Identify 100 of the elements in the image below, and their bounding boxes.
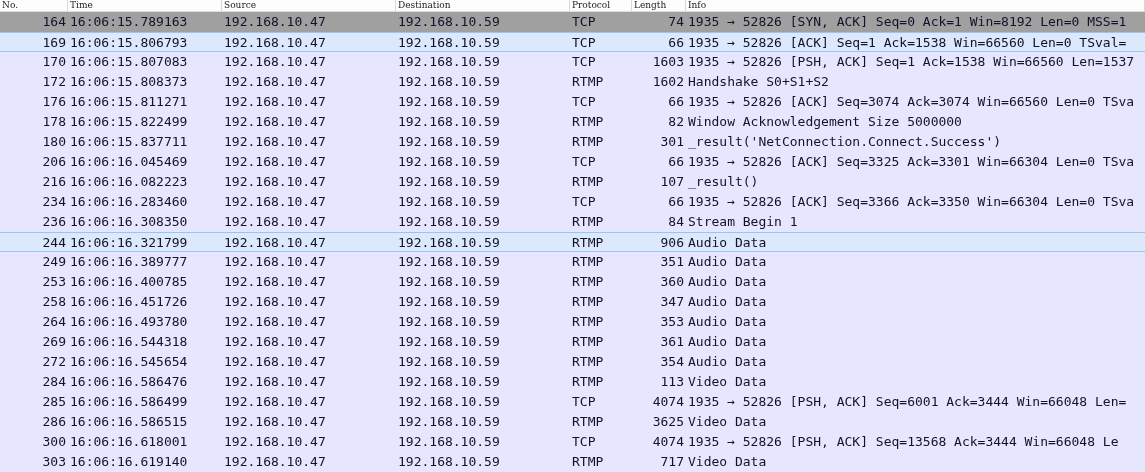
table-cell-text: 4074: [651, 393, 685, 411]
column-header[interactable]: Time: [68, 0, 222, 11]
table-cell-text: TCP: [571, 34, 597, 52]
table-cell-text: Stream Begin 1: [687, 213, 799, 231]
table-cell-text: 170: [41, 53, 67, 71]
table-cell-text: 16:06:16.586515: [69, 413, 189, 431]
table-cell-text: 192.168.10.47: [223, 413, 327, 431]
packet-row[interactable]: 244 16:06:16.321799 192.168.10.47 192.168.10.59 RTMP 906 Audio Data: [0, 232, 1145, 252]
table-cell-text: 272: [41, 353, 67, 371]
table-cell-text: 1935 → 52826 [ACK] Seq=3366 Ack=3350 Win=66304 Len=0 TSva: [687, 193, 1136, 211]
table-cell-text: RTMP: [571, 413, 605, 431]
table-cell-text: 192.168.10.47: [223, 153, 327, 171]
table-cell-text: 284: [41, 373, 67, 391]
table-cell-text: _result('NetConnection.Connect.Success'): [687, 133, 1003, 151]
column-header[interactable]: Protocol: [570, 0, 632, 11]
table-cell-text: 192.168.10.47: [223, 73, 327, 91]
table-cell-text: RTMP: [571, 173, 605, 191]
table-cell-text: 192.168.10.47: [223, 93, 327, 111]
table-cell-text: 192.168.10.47: [223, 453, 327, 471]
table-cell-text: RTMP: [571, 353, 605, 371]
table-cell-text: 16:06:15.806793: [69, 34, 189, 52]
table-cell-text: 192.168.10.59: [397, 193, 501, 211]
table-cell-text: 172: [41, 73, 67, 91]
table-cell-text: 1935 → 52826 [SYN, ACK] Seq=0 Ack=1 Win=8192 Len=0 MSS=1: [687, 13, 1128, 31]
table-cell-text: 16:06:16.308350: [69, 213, 189, 231]
table-cell-text: 286: [41, 413, 67, 431]
table-cell-text: TCP: [571, 433, 597, 451]
table-cell-text: 192.168.10.59: [397, 133, 501, 151]
table-cell-text: 192.168.10.59: [397, 53, 501, 71]
table-cell-text: 192.168.10.59: [397, 453, 501, 471]
table-cell-text: 180: [41, 133, 67, 151]
packet-row[interactable]: 169 16:06:15.806793 192.168.10.47 192.168.10.59 TCP 66 1935 → 52826 [ACK] Seq=1 Ack=1538 Win=66560 Len=0 TSval=: [0, 32, 1145, 52]
table-cell-text: TCP: [571, 393, 597, 411]
table-cell-text: 16:06:15.807083: [69, 53, 189, 71]
table-cell-text: 192.168.10.47: [223, 433, 327, 451]
table-cell-text: 192.168.10.47: [223, 193, 327, 211]
table-cell-text: 176: [41, 93, 67, 111]
table-cell-text: TCP: [571, 93, 597, 111]
table-cell-text: RTMP: [571, 373, 605, 391]
table-cell-text: 16:06:16.618001: [69, 433, 189, 451]
table-cell-text: Audio Data: [687, 313, 768, 331]
table-cell-text: RTMP: [571, 133, 605, 151]
table-cell-text: 1935 → 52826 [ACK] Seq=3074 Ack=3074 Win=66560 Len=0 TSva: [687, 93, 1136, 111]
table-cell-text: 192.168.10.59: [397, 93, 501, 111]
table-cell-text: 16:06:16.451726: [69, 293, 189, 311]
table-cell-text: 192.168.10.59: [397, 373, 501, 391]
column-header[interactable]: Info: [686, 0, 1145, 11]
table-cell-text: 244: [41, 234, 67, 252]
table-cell-text: 16:06:15.822499: [69, 113, 189, 131]
table-cell-text: 16:06:16.544318: [69, 333, 189, 351]
table-cell-text: 1935 → 52826 [ACK] Seq=3325 Ack=3301 Win=66304 Len=0 TSva: [687, 153, 1136, 171]
column-header[interactable]: No.: [0, 0, 68, 11]
table-cell-text: 192.168.10.59: [397, 333, 501, 351]
table-cell-text: 192.168.10.47: [223, 253, 327, 271]
table-cell-text: 192.168.10.47: [223, 393, 327, 411]
table-cell-text: 192.168.10.59: [397, 113, 501, 131]
table-cell-text: 360: [659, 273, 685, 291]
table-cell-text: RTMP: [571, 234, 605, 252]
table-cell-text: 16:06:16.586499: [69, 393, 189, 411]
table-cell-text: Audio Data: [687, 353, 768, 371]
table-cell-text: 301: [659, 133, 685, 151]
table-cell-text: Video Data: [687, 413, 768, 431]
table-cell-text: 192.168.10.47: [223, 313, 327, 331]
table-cell-text: 16:06:16.321799: [69, 234, 189, 252]
column-header[interactable]: Source: [222, 0, 396, 11]
table-cell-text: TCP: [571, 193, 597, 211]
table-cell-text: 192.168.10.59: [397, 173, 501, 191]
column-header[interactable]: Destination: [396, 0, 570, 11]
packet-row[interactable]: 164 16:06:15.789163 192.168.10.47 192.168.10.59 TCP 74 1935 → 52826 [SYN, ACK] Seq=0 Ack=1 Win=8192 Len=0 MSS=1: [0, 12, 1145, 32]
table-cell-text: 16:06:15.811271: [69, 93, 189, 111]
table-cell-text: RTMP: [571, 293, 605, 311]
table-cell-text: RTMP: [571, 73, 605, 91]
table-cell-text: 169: [41, 34, 67, 52]
table-cell-text: 66: [667, 93, 685, 111]
table-cell-text: Handshake S0+S1+S2: [687, 73, 830, 91]
table-cell-text: 249: [41, 253, 67, 271]
table-cell-text: 192.168.10.59: [397, 253, 501, 271]
table-cell-text: 66: [667, 34, 685, 52]
table-cell-text: 253: [41, 273, 67, 291]
table-cell-text: 192.168.10.47: [223, 273, 327, 291]
table-cell-text: 16:06:16.389777: [69, 253, 189, 271]
table-cell-text: 192.168.10.59: [397, 353, 501, 371]
table-cell-text: 192.168.10.59: [397, 153, 501, 171]
table-cell-text: Audio Data: [687, 293, 768, 311]
table-cell-text: RTMP: [571, 333, 605, 351]
table-cell-text: 1935 → 52826 [PSH, ACK] Seq=1 Ack=1538 Win=66560 Len=1537: [687, 53, 1136, 71]
table-cell-text: 1602: [651, 73, 685, 91]
table-cell-text: TCP: [571, 153, 597, 171]
table-cell-text: 192.168.10.59: [397, 234, 501, 252]
table-cell-text: RTMP: [571, 453, 605, 471]
table-cell-text: 16:06:16.493780: [69, 313, 189, 331]
table-cell-text: 906: [659, 234, 685, 252]
table-cell-text: 300: [41, 433, 67, 451]
table-cell-text: 269: [41, 333, 67, 351]
table-cell-text: 236: [41, 213, 67, 231]
table-cell-text: Window Acknowledgement Size 5000000: [687, 113, 963, 131]
column-header[interactable]: Length: [632, 0, 686, 11]
table-cell-text: RTMP: [571, 113, 605, 131]
table-cell-text: 113: [659, 373, 685, 391]
table-cell-text: 192.168.10.59: [397, 293, 501, 311]
